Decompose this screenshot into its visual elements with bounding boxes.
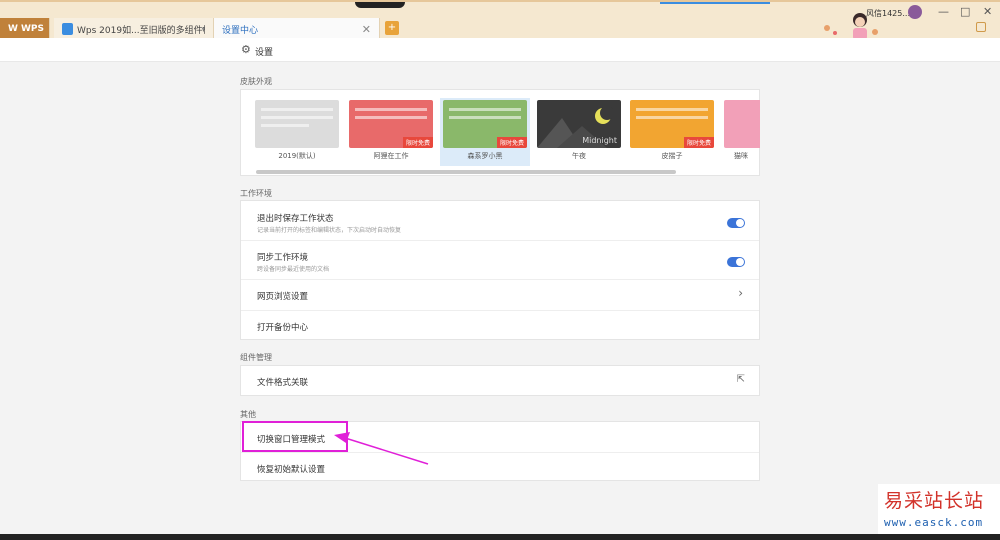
gear-icon: ⚙: [241, 43, 251, 56]
work-env-card: 退出时保存工作状态 记录当前打开的标签和编辑状态，下次启动时自动恢复 同步工作环…: [240, 200, 760, 340]
skin-caption: 阿狸在工作: [373, 152, 409, 160]
chevron-right-icon: ›: [738, 286, 743, 300]
setting-title: 恢复初始默认设置: [257, 465, 326, 475]
section-label-work-env: 工作环境: [240, 189, 272, 198]
watermark-title: 易采站长站: [884, 490, 985, 512]
skin-option-midnight[interactable]: Midnight 午夜: [537, 100, 621, 161]
skin-thumbnail: Midnight: [537, 100, 621, 148]
external-link-icon: ⇱: [736, 374, 745, 385]
setting-title: 打开备份中心: [257, 323, 309, 333]
setting-description: 跨设备同步最近使用的文档: [257, 266, 330, 273]
skin-option-2019[interactable]: 2019(默认): [255, 100, 339, 161]
free-badge: 限时免费: [402, 137, 433, 148]
setting-row-restore-defaults[interactable]: 恢复初始默认设置: [241, 453, 759, 481]
tab-label: Wps 2019如...至旧版的多组件模式: [77, 25, 205, 36]
tab-label: WPS: [20, 24, 44, 34]
top-logo: [355, 2, 405, 8]
title-bar: W WPS Wps 2019如...至旧版的多组件模式 ▾ 设置中心 ✕ + 风…: [0, 0, 1000, 40]
tab-label: 设置中心: [222, 25, 259, 36]
section-label-skins: 皮肤外观: [240, 77, 272, 86]
setting-row-web-browse[interactable]: 网页浏览设置 ›: [241, 280, 759, 311]
setting-title: 文件格式关联: [257, 378, 309, 388]
setting-row-backup-center[interactable]: 打开备份中心: [241, 311, 759, 340]
skin-option-picuaizi[interactable]: 限时免费 皮揣子: [630, 100, 714, 161]
skin-caption: 猫咪: [734, 152, 748, 160]
setting-title: 网页浏览设置: [257, 292, 309, 302]
setting-description: 记录当前打开的标签和编辑状态，下次启动时自动恢复: [257, 227, 402, 234]
watermark-url: www.easck.com: [884, 516, 984, 529]
top-accent-line: [660, 2, 770, 4]
tab-wps-home[interactable]: W WPS: [0, 18, 50, 40]
components-card: 文件格式关联 ⇱: [240, 365, 760, 396]
skin-thumbnail: 限时免费: [443, 100, 527, 148]
section-label-components: 组件管理: [240, 353, 272, 362]
setting-row-sync-env[interactable]: 同步工作环境 跨设备同步最近使用的文档: [241, 241, 759, 280]
save-state-toggle[interactable]: [727, 218, 745, 228]
tab-settings[interactable]: 设置中心 ✕: [214, 18, 380, 40]
sync-env-toggle[interactable]: [727, 257, 745, 267]
setting-title: 同步工作环境: [257, 253, 309, 263]
page-title: 设置: [255, 48, 274, 58]
skin-gallery: 2019(默认) 限时免费 阿狸在工作 限时免费 森系罗小黑 Midnight …: [240, 89, 760, 176]
new-tab-button[interactable]: +: [385, 21, 399, 35]
skin-scrollbar[interactable]: [256, 170, 676, 174]
setting-row-file-association[interactable]: 文件格式关联 ⇱: [241, 366, 759, 395]
skin-thumb-text: Midnight: [582, 136, 617, 145]
skin-option-cat[interactable]: 猫咪: [724, 100, 760, 161]
close-icon[interactable]: ✕: [362, 23, 371, 36]
skin-option-ali[interactable]: 限时免费 阿狸在工作: [349, 100, 433, 161]
minimize-icon[interactable]: —: [938, 5, 949, 18]
setting-row-save-state[interactable]: 退出时保存工作状态 记录当前打开的标签和编辑状态，下次启动时自动恢复: [241, 201, 759, 241]
skin-thumbnail: [255, 100, 339, 148]
free-badge: 限时免费: [496, 137, 527, 148]
skin-caption: 午夜: [572, 152, 586, 160]
setting-title: 退出时保存工作状态: [257, 214, 334, 224]
skin-option-selected[interactable]: 限时免费 森系罗小黑: [440, 98, 530, 166]
avatar[interactable]: [908, 5, 922, 19]
skin-thumbnail: 限时免费: [349, 100, 433, 148]
skin-thumbnail: 限时免费: [630, 100, 714, 148]
skin-caption: 皮揣子: [661, 152, 683, 160]
taskbar-edge: [0, 534, 1000, 540]
skin-thumbnail: [724, 100, 760, 148]
annotation-highlight-box: [242, 421, 348, 452]
sidebar-toggle-icon[interactable]: [976, 22, 986, 32]
section-label-others: 其他: [240, 410, 256, 419]
tab-dropdown-icon[interactable]: ▾: [201, 25, 205, 33]
skin-caption: 2019(默认): [278, 152, 316, 160]
settings-header: ⚙ 设置: [0, 38, 1000, 62]
tab-document[interactable]: Wps 2019如...至旧版的多组件模式 ▾: [54, 18, 214, 40]
maximize-icon[interactable]: □: [960, 5, 970, 18]
document-icon: [62, 23, 73, 35]
wps-logo-icon: W: [8, 24, 18, 34]
skin-caption: 森系罗小黑: [467, 152, 503, 160]
window-close-icon[interactable]: ✕: [983, 5, 992, 18]
user-name[interactable]: 风信1425...: [866, 8, 910, 19]
free-badge: 限时免费: [683, 137, 714, 148]
